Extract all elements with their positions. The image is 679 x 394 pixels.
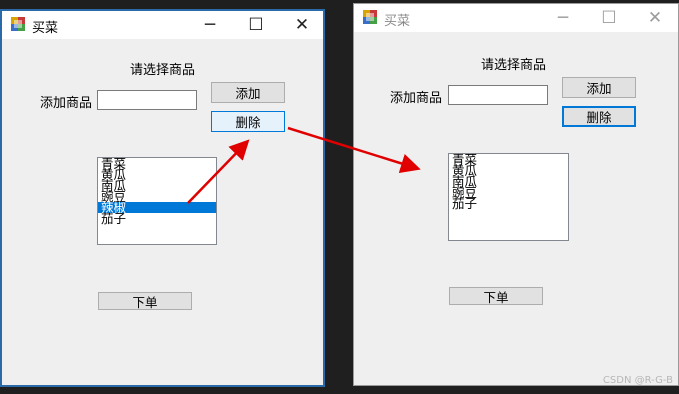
close-icon: ✕	[647, 8, 663, 28]
add-button[interactable]: 添加	[211, 82, 285, 103]
product-listbox[interactable]: 青菜 黄瓜 南瓜 豌豆 茄子	[448, 153, 569, 241]
minimize-button[interactable]: ─	[187, 11, 233, 39]
delete-button-label: 删除	[235, 115, 261, 130]
close-icon: ✕	[294, 15, 310, 35]
app-icon	[11, 17, 25, 31]
order-button-label: 下单	[483, 289, 509, 305]
add-button-label: 添加	[586, 81, 612, 96]
order-button[interactable]: 下单	[98, 292, 192, 310]
right-window: 买菜 ─ ☐ ✕ 请选择商品 添加商品 添加 删除 青菜 黄瓜 南瓜 豌豆 茄子	[353, 3, 679, 386]
watermark: CSDN @R-G-B	[602, 375, 673, 386]
window-title: 买菜	[32, 21, 59, 36]
maximize-button[interactable]: ☐	[233, 11, 279, 39]
window-title: 买菜	[384, 14, 411, 29]
left-titlebar[interactable]: 买菜 ─ ☐ ✕	[2, 11, 323, 39]
add-item-input[interactable]	[448, 85, 548, 105]
close-button[interactable]: ✕	[279, 11, 325, 39]
heading-label: 请选择商品	[130, 63, 196, 78]
list-item[interactable]: 茄子	[98, 212, 216, 225]
delete-button[interactable]: 删除	[211, 111, 285, 132]
left-window: 买菜 ─ ☐ ✕ 请选择商品 添加商品 添加 删除 青菜 黄瓜 南瓜 豌豆 辣椒	[0, 9, 325, 387]
add-item-label: 添加商品	[40, 96, 93, 111]
add-button-label: 添加	[235, 86, 261, 101]
add-button[interactable]: 添加	[562, 77, 636, 98]
minimize-icon: ─	[557, 8, 569, 28]
minimize-button[interactable]: ─	[540, 4, 586, 32]
order-button[interactable]: 下单	[449, 287, 543, 305]
maximize-button[interactable]: ☐	[586, 4, 632, 32]
add-item-label: 添加商品	[390, 91, 443, 106]
close-button[interactable]: ✕	[632, 4, 678, 32]
order-button-label: 下单	[132, 294, 158, 310]
app-icon	[363, 10, 377, 24]
add-item-input[interactable]	[97, 90, 197, 110]
heading-label: 请选择商品	[481, 58, 547, 73]
screenshot-stage: 买菜 ─ ☐ ✕ 请选择商品 添加商品 添加 删除 青菜 黄瓜 南瓜 豌豆 辣椒	[0, 0, 679, 394]
minimize-icon: ─	[204, 15, 216, 35]
delete-button-label: 删除	[586, 110, 612, 125]
delete-button[interactable]: 删除	[562, 106, 636, 127]
maximize-icon: ☐	[601, 8, 617, 28]
product-listbox[interactable]: 青菜 黄瓜 南瓜 豌豆 辣椒 茄子	[97, 157, 217, 245]
list-item[interactable]: 茄子	[449, 197, 568, 210]
maximize-icon: ☐	[248, 15, 264, 35]
right-titlebar[interactable]: 买菜 ─ ☐ ✕	[354, 4, 678, 32]
